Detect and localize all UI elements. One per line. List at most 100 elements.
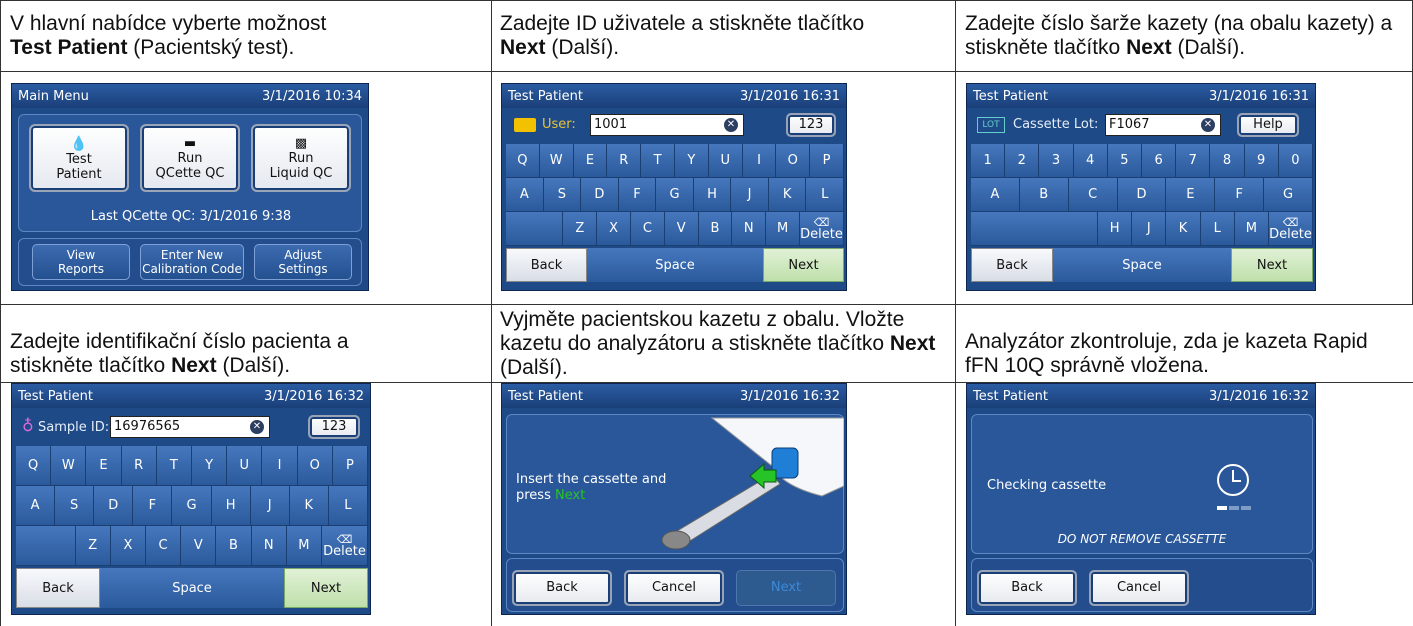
run-qcette-qc-button[interactable]: ▬ Run QCette QC bbox=[140, 124, 240, 192]
sample-id-input[interactable]: 16976565 bbox=[110, 416, 270, 438]
key-c[interactable]: C bbox=[146, 526, 182, 566]
key-s[interactable]: S bbox=[543, 178, 582, 212]
delete-key[interactable]: ⌫ Delete bbox=[1269, 212, 1313, 246]
key-l[interactable]: L bbox=[1200, 212, 1235, 246]
key-4[interactable]: 4 bbox=[1073, 144, 1108, 178]
key-a[interactable]: A bbox=[16, 486, 56, 526]
key-u[interactable]: U bbox=[227, 446, 263, 486]
key-h[interactable]: H bbox=[1098, 212, 1133, 246]
space-key[interactable]: Space bbox=[1053, 248, 1231, 282]
key-g[interactable]: G bbox=[172, 486, 212, 526]
key-f[interactable]: F bbox=[618, 178, 657, 212]
key-j[interactable]: J bbox=[731, 178, 769, 212]
key-c[interactable]: C bbox=[631, 212, 665, 246]
clear-icon[interactable]: ✕ bbox=[250, 420, 264, 434]
key-t[interactable]: T bbox=[641, 144, 675, 178]
key-z[interactable]: Z bbox=[75, 526, 111, 566]
key-d[interactable]: D bbox=[1117, 178, 1167, 212]
key-r[interactable]: R bbox=[121, 446, 157, 486]
key-g[interactable]: G bbox=[656, 178, 694, 212]
user-input[interactable]: 1001 bbox=[590, 114, 744, 136]
key-x[interactable]: X bbox=[110, 526, 146, 566]
key-blank[interactable] bbox=[971, 212, 1098, 246]
key-p[interactable]: P bbox=[332, 446, 368, 486]
key-v[interactable]: V bbox=[181, 526, 217, 566]
key-e[interactable]: E bbox=[573, 144, 608, 178]
key-r[interactable]: R bbox=[607, 144, 642, 178]
view-reports-button[interactable]: View Reports bbox=[32, 244, 130, 280]
key-m[interactable]: M bbox=[286, 526, 322, 566]
key-k[interactable]: K bbox=[768, 178, 807, 212]
key-a[interactable]: A bbox=[506, 178, 544, 212]
key-5[interactable]: 5 bbox=[1107, 144, 1142, 178]
key-l[interactable]: L bbox=[328, 486, 368, 526]
key-a[interactable]: A bbox=[971, 178, 1020, 212]
key-m[interactable]: M bbox=[1234, 212, 1269, 246]
key-t[interactable]: T bbox=[156, 446, 192, 486]
enter-calibration-code-button[interactable]: Enter New Calibration Code bbox=[140, 244, 244, 280]
key-j[interactable]: J bbox=[1132, 212, 1167, 246]
key-h[interactable]: H bbox=[693, 178, 732, 212]
delete-key[interactable]: ⌫ Delete bbox=[800, 212, 844, 246]
key-s[interactable]: S bbox=[55, 486, 95, 526]
key-k[interactable]: K bbox=[289, 486, 329, 526]
key-f[interactable]: F bbox=[133, 486, 173, 526]
back-button[interactable]: Back bbox=[506, 248, 587, 282]
key-x[interactable]: X bbox=[597, 212, 631, 246]
key-6[interactable]: 6 bbox=[1142, 144, 1177, 178]
next-button[interactable]: Next bbox=[1231, 248, 1313, 282]
key-i[interactable]: I bbox=[262, 446, 298, 486]
next-button[interactable]: Next bbox=[763, 248, 844, 282]
key-1[interactable]: 1 bbox=[971, 144, 1006, 178]
numeric-mode-button[interactable]: 123 bbox=[786, 113, 836, 137]
key-j[interactable]: J bbox=[250, 486, 290, 526]
back-button[interactable]: Back bbox=[16, 568, 100, 608]
key-f[interactable]: F bbox=[1215, 178, 1265, 212]
key-o[interactable]: O bbox=[776, 144, 811, 178]
key-y[interactable]: Y bbox=[675, 144, 709, 178]
next-button[interactable]: Next bbox=[284, 568, 368, 608]
key-d[interactable]: D bbox=[581, 178, 619, 212]
key-3[interactable]: 3 bbox=[1039, 144, 1074, 178]
numeric-mode-button[interactable]: 123 bbox=[308, 415, 360, 439]
key-g[interactable]: G bbox=[1264, 178, 1313, 212]
key-e[interactable]: E bbox=[86, 446, 122, 486]
cancel-button[interactable]: Cancel bbox=[624, 570, 724, 606]
key-b[interactable]: B bbox=[1019, 178, 1069, 212]
key-8[interactable]: 8 bbox=[1210, 144, 1245, 178]
clear-icon[interactable]: ✕ bbox=[724, 118, 738, 132]
key-i[interactable]: I bbox=[742, 144, 777, 178]
key-blank[interactable] bbox=[16, 526, 76, 566]
key-0[interactable]: 0 bbox=[1278, 144, 1313, 178]
space-key[interactable]: Space bbox=[100, 568, 284, 608]
back-button[interactable]: Back bbox=[977, 570, 1077, 606]
help-button[interactable]: Help bbox=[1237, 113, 1299, 137]
adjust-settings-button[interactable]: Adjust Settings bbox=[254, 244, 352, 280]
key-m[interactable]: M bbox=[766, 212, 800, 246]
back-button[interactable]: Back bbox=[971, 248, 1053, 282]
back-button[interactable]: Back bbox=[512, 570, 612, 606]
key-v[interactable]: V bbox=[664, 212, 699, 246]
key-o[interactable]: O bbox=[297, 446, 333, 486]
key-l[interactable]: L bbox=[806, 178, 844, 212]
key-w[interactable]: W bbox=[51, 446, 87, 486]
test-patient-button[interactable]: 💧 Test Patient bbox=[29, 124, 129, 192]
next-button-disabled[interactable]: Next bbox=[736, 570, 836, 606]
key-h[interactable]: H bbox=[211, 486, 251, 526]
key-k[interactable]: K bbox=[1166, 212, 1201, 246]
delete-key[interactable]: ⌫ Delete bbox=[322, 526, 368, 566]
key-y[interactable]: Y bbox=[192, 446, 228, 486]
key-z[interactable]: Z bbox=[563, 212, 598, 246]
key-n[interactable]: N bbox=[251, 526, 287, 566]
key-c[interactable]: C bbox=[1068, 178, 1118, 212]
key-q[interactable]: Q bbox=[16, 446, 52, 486]
key-n[interactable]: N bbox=[732, 212, 767, 246]
key-d[interactable]: D bbox=[94, 486, 134, 526]
space-key[interactable]: Space bbox=[587, 248, 763, 282]
key-u[interactable]: U bbox=[708, 144, 743, 178]
key-w[interactable]: W bbox=[539, 144, 574, 178]
key-p[interactable]: P bbox=[810, 144, 844, 178]
key-b[interactable]: B bbox=[216, 526, 252, 566]
key-e[interactable]: E bbox=[1166, 178, 1216, 212]
key-q[interactable]: Q bbox=[506, 144, 540, 178]
